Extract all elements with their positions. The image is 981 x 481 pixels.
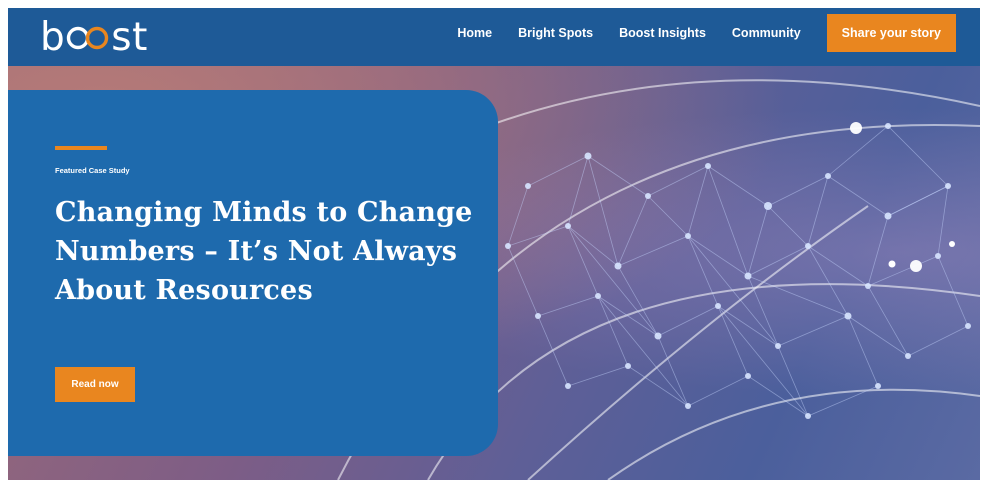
boost-logo[interactable]: b st (40, 12, 148, 62)
eyebrow-label: Featured Case Study (55, 166, 130, 175)
page-frame: b st Home Bright Spots Boost Insights Co… (8, 8, 980, 480)
site-header: b st Home Bright Spots Boost Insights Co… (8, 8, 980, 66)
share-story-button[interactable]: Share your story (826, 14, 956, 52)
read-now-button[interactable]: Read now (55, 367, 135, 402)
nav-home[interactable]: Home (457, 26, 492, 40)
hero-title: Changing Minds to Change Numbers – It’s … (55, 197, 473, 306)
hero-section: Featured Case Study Changing Minds to Ch… (8, 66, 980, 480)
logo-text-end: st (111, 14, 148, 60)
logo-text-start: b (40, 14, 66, 60)
nav-bright-spots[interactable]: Bright Spots (518, 26, 593, 40)
accent-bar (55, 146, 107, 150)
nav-boost-insights[interactable]: Boost Insights (619, 26, 706, 40)
double-o-logo-icon (66, 24, 110, 50)
main-nav: Home Bright Spots Boost Insights Communi… (431, 14, 956, 52)
featured-case-study-card: Featured Case Study Changing Minds to Ch… (8, 90, 498, 456)
nav-community[interactable]: Community (732, 26, 801, 40)
